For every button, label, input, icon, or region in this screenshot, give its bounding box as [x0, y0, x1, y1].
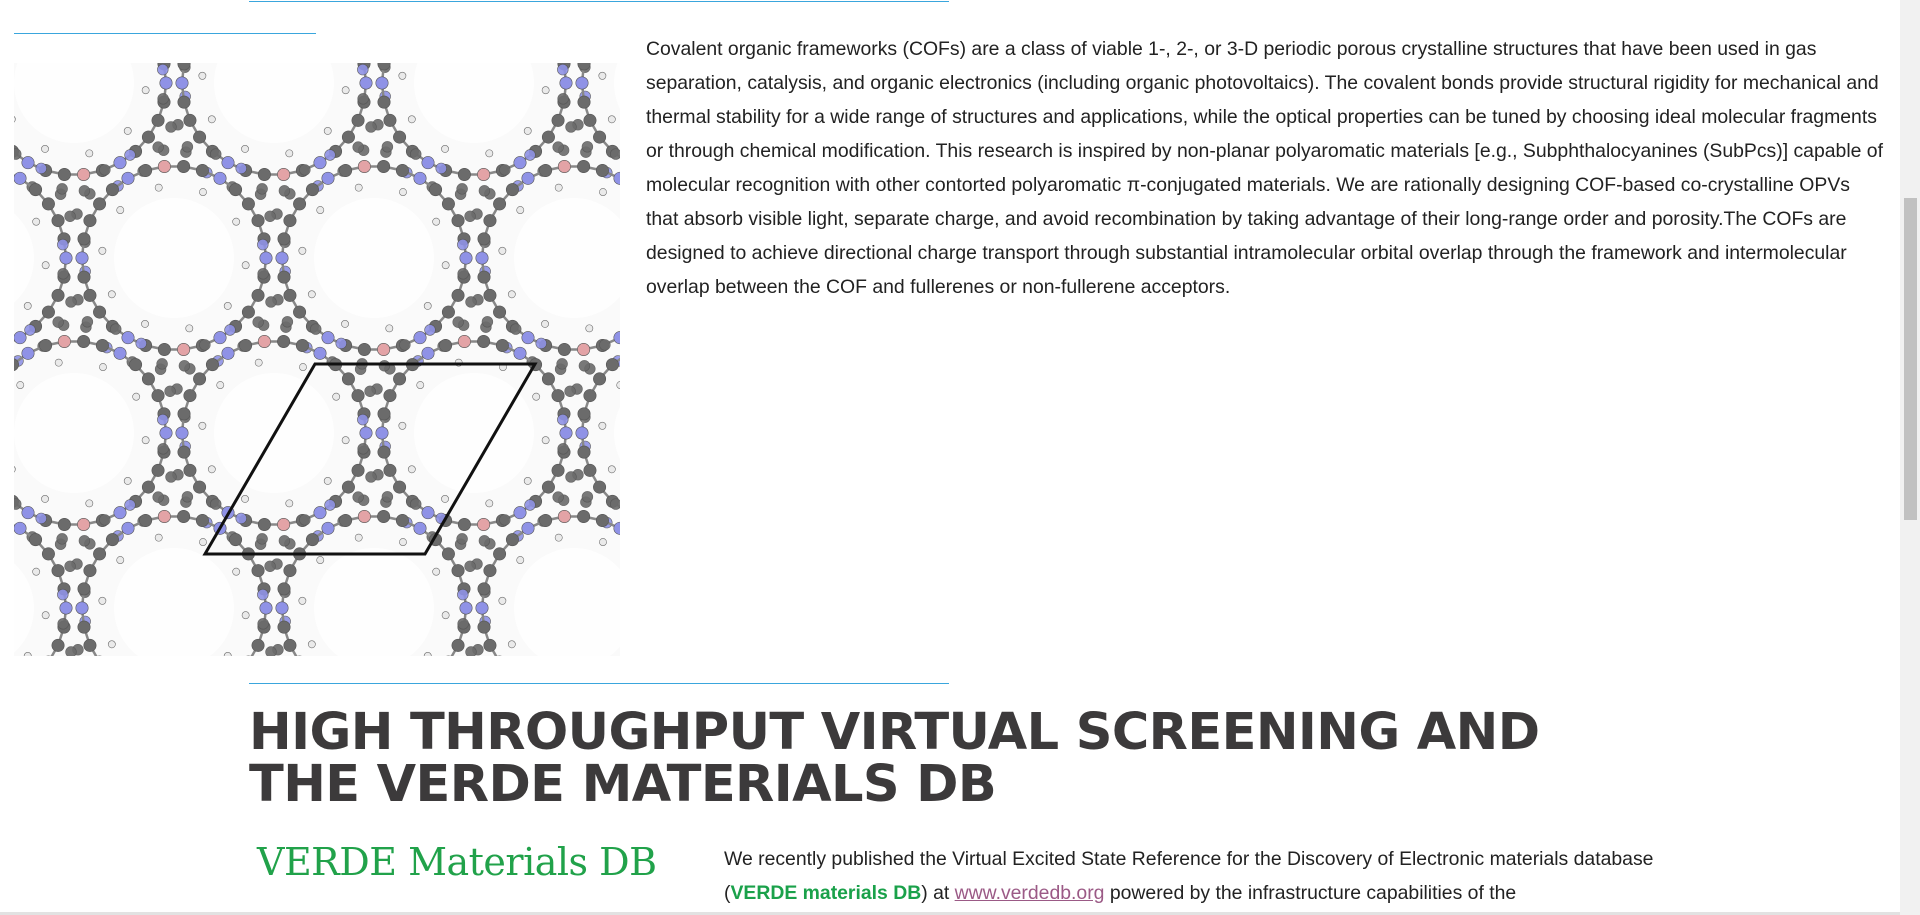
verde-description: We recently published the Virtual Excite… — [724, 842, 1664, 910]
cof-molecular-structure-icon — [14, 63, 620, 656]
cof-description: Covalent organic frameworks (COFs) are a… — [646, 38, 1883, 298]
section-heading: HIGH THROUGHPUT VIRTUAL SCREENING AND TH… — [249, 703, 1540, 814]
verdedb-link[interactable]: www.verdedb.org — [955, 882, 1105, 904]
vertical-scrollbar[interactable] — [1900, 0, 1920, 915]
divider-top — [249, 1, 949, 2]
verde-text-2: ) at — [921, 882, 955, 904]
verde-text-3: powered by the infrastructure capabiliti… — [1104, 882, 1517, 904]
divider-left — [14, 33, 316, 34]
verde-db-name: VERDE materials DB — [730, 882, 922, 904]
divider-section — [249, 683, 949, 684]
scrollbar-thumb[interactable] — [1904, 198, 1917, 520]
cof-structure-image — [14, 63, 620, 656]
verde-logo: VERDE Materials DB — [257, 840, 657, 884]
